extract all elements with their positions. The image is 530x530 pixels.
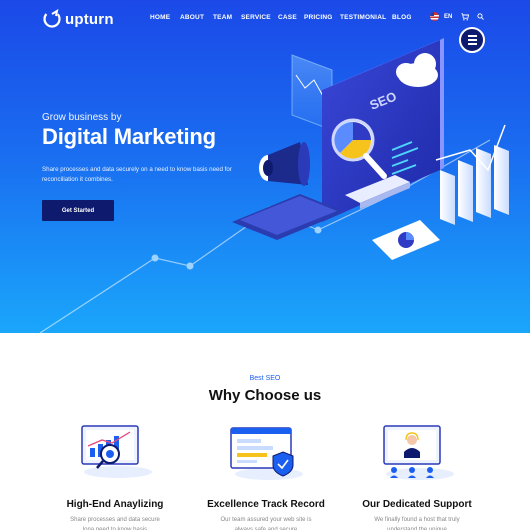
hero-tagline: Grow business by — [42, 112, 122, 123]
support-agent-icon — [383, 425, 454, 480]
feature-text: We finally found a host that truly under… — [374, 517, 460, 530]
hamburger-menu-button[interactable] — [459, 27, 485, 53]
nav-item-case[interactable]: CASE — [278, 14, 304, 21]
section-title: Why Choose us — [208, 387, 322, 404]
brand-logo[interactable]: upturn — [42, 9, 114, 29]
nav-item-about[interactable]: ABOUT — [180, 14, 213, 21]
nav-item-home[interactable]: HOME — [150, 14, 180, 21]
nav-item-blog[interactable]: BLOG — [392, 14, 414, 21]
logo-icon — [43, 9, 61, 28]
get-started-button[interactable]: Get Started — [42, 200, 114, 221]
nav-item-team[interactable]: TEAM — [213, 14, 241, 21]
hamburger-menu-icon — [467, 34, 477, 46]
cart-icon[interactable] — [461, 13, 469, 21]
language-label: EN — [444, 13, 453, 20]
search-icon[interactable] — [477, 13, 484, 20]
nav-item-testimonial[interactable]: TESTIMONIAL — [340, 14, 392, 21]
feature-text: Our team assured your web site is always… — [220, 517, 312, 530]
nav-item-service[interactable]: SERVICE — [241, 14, 278, 21]
uk-flag-icon — [430, 12, 439, 21]
section-eyebrow: Best SEO — [249, 375, 281, 382]
feature-text: Share processes and data secure lona nee… — [70, 517, 160, 530]
hero-section: SEO upturn HOME ABOUT TEAM SERVICE CASE … — [0, 0, 530, 333]
nav-item-pricing[interactable]: PRICING — [304, 14, 340, 21]
hero-description: Share processes and data securely on a n… — [42, 166, 232, 183]
main-menu: HOME ABOUT TEAM SERVICE CASE PRICING TES… — [150, 14, 414, 21]
hero-headline: Digital Marketing — [42, 124, 216, 149]
feature-title: Excellence Track Record — [207, 499, 325, 510]
analytics-icon — [81, 425, 152, 478]
feature-title: Our Dedicated Support — [362, 499, 472, 510]
language-selector[interactable]: EN — [430, 12, 452, 21]
top-navigation: upturn HOME ABOUT TEAM SERVICE CASE PRIC… — [0, 0, 530, 36]
secure-website-icon — [230, 427, 303, 480]
brand-name: upturn — [65, 10, 114, 28]
feature-title: High-End Anaylizing — [66, 499, 164, 510]
